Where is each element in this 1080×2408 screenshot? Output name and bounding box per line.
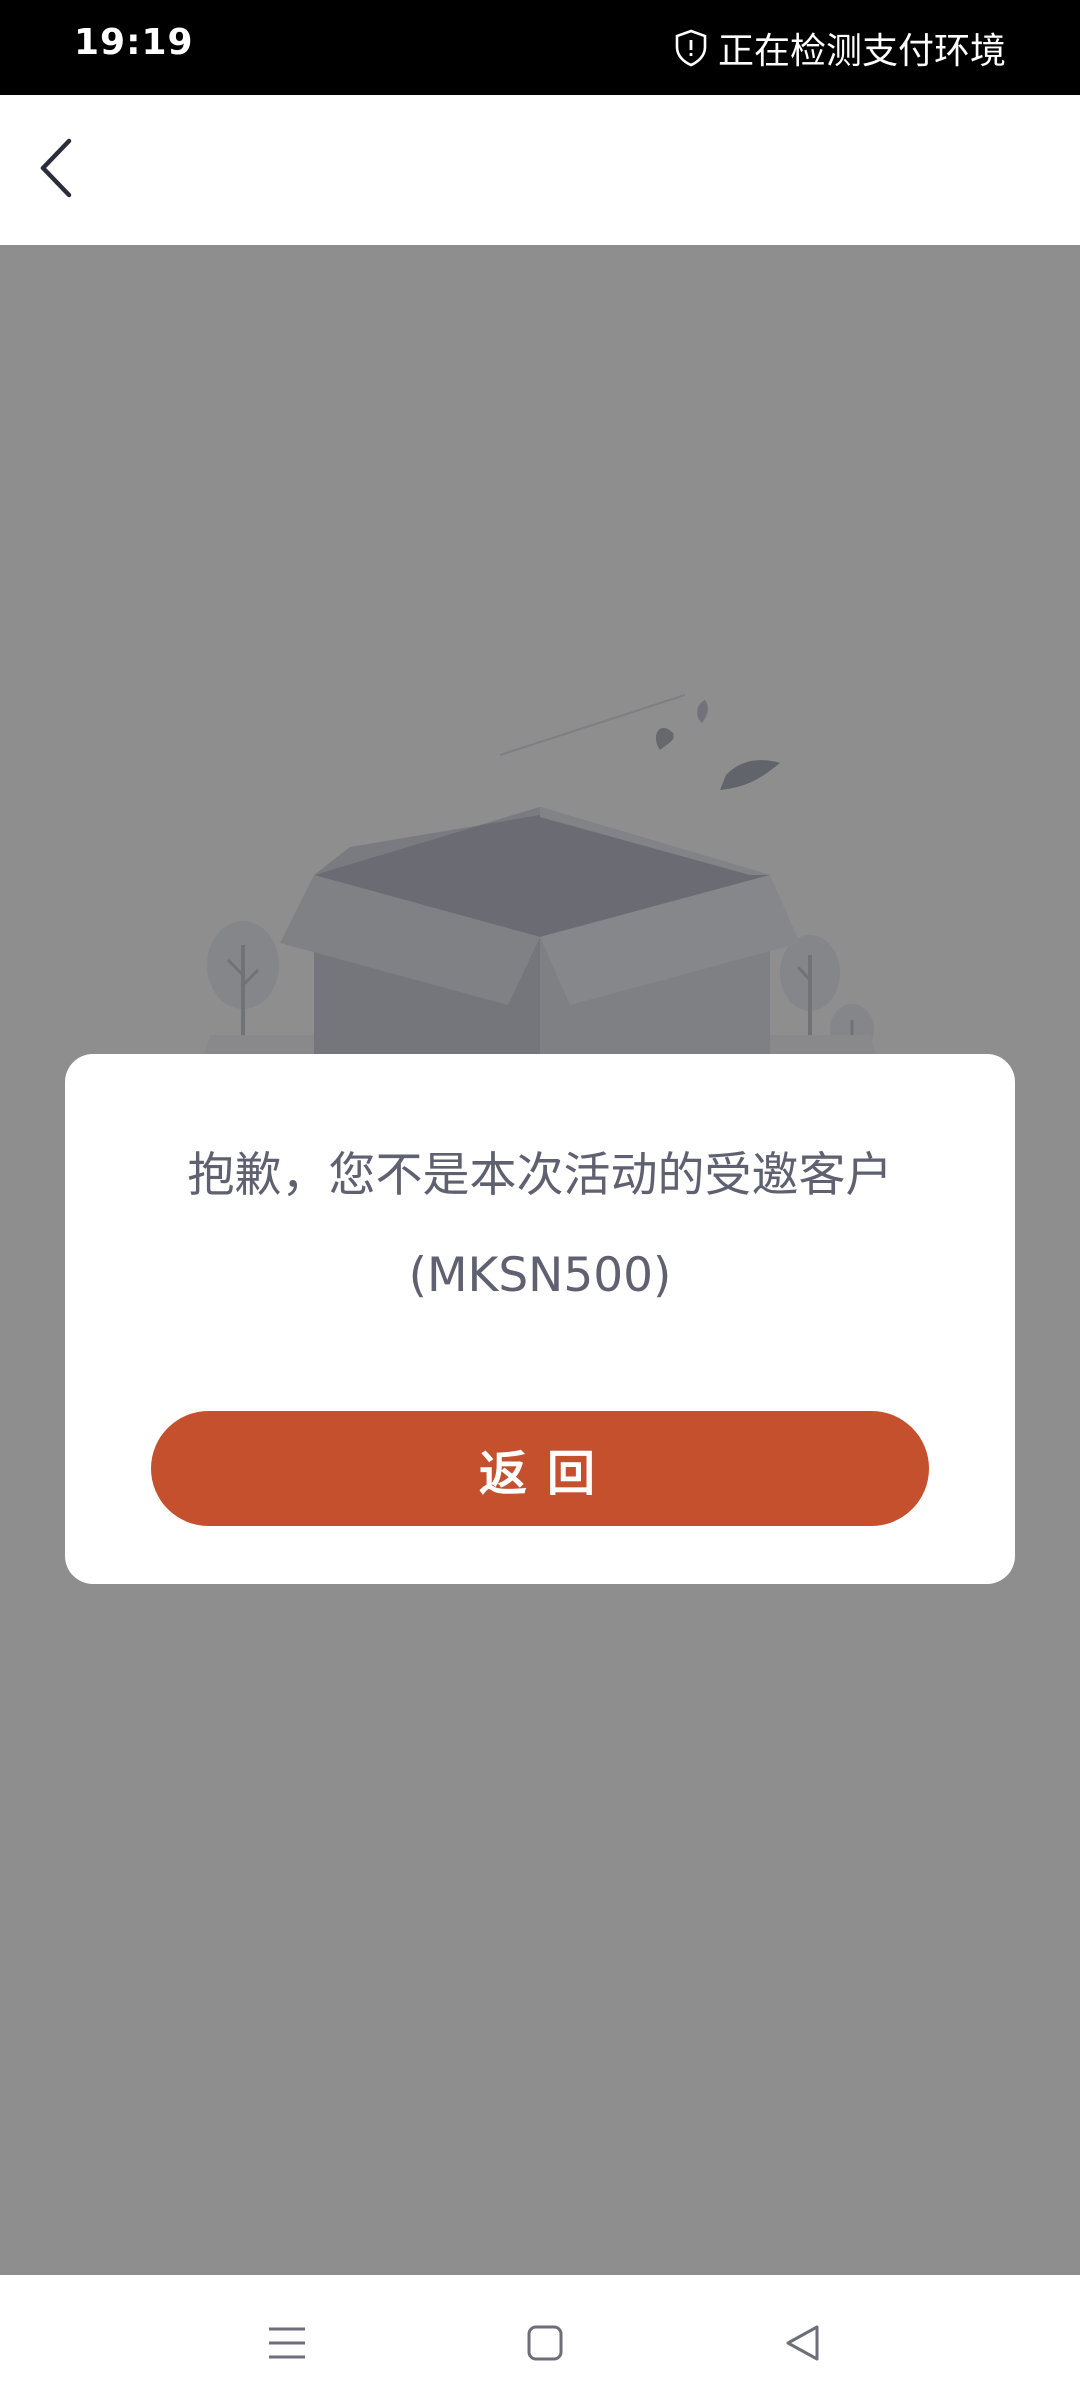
back-button[interactable] — [20, 130, 90, 210]
nav-bar — [0, 95, 1080, 245]
shield-icon — [674, 29, 708, 67]
dialog-message-line1: 抱歉，您不是本次活动的受邀客户 — [187, 1148, 893, 1203]
status-bar: 19:19 正在检测支付环境 — [0, 0, 1080, 95]
dialog-message-code: (MKSN500) — [408, 1248, 672, 1303]
back-triangle-icon — [783, 2323, 823, 2367]
system-nav-bar — [0, 2275, 1080, 2408]
chevron-left-icon — [35, 137, 75, 203]
security-status-text: 正在检测支付环境 — [717, 31, 1006, 72]
back-key[interactable] — [768, 2310, 838, 2380]
invite-error-dialog: 抱歉，您不是本次活动的受邀客户 (MKSN500) 返回 — [65, 1054, 1015, 1584]
security-status: 正在检测支付环境 — [674, 20, 1006, 76]
menu-key[interactable] — [252, 2310, 322, 2380]
home-key[interactable] — [510, 2310, 580, 2380]
return-button[interactable]: 返回 — [151, 1411, 929, 1526]
menu-icon — [265, 2323, 309, 2367]
status-time: 19:19 — [74, 22, 194, 63]
screen: 19:19 正在检测支付环境 抱歉，您不是本次活动的受邀客户 (MKSN500)… — [0, 0, 1080, 2408]
home-square-icon — [525, 2323, 565, 2367]
dialog-message: 抱歉，您不是本次活动的受邀客户 (MKSN500) — [125, 1126, 955, 1326]
